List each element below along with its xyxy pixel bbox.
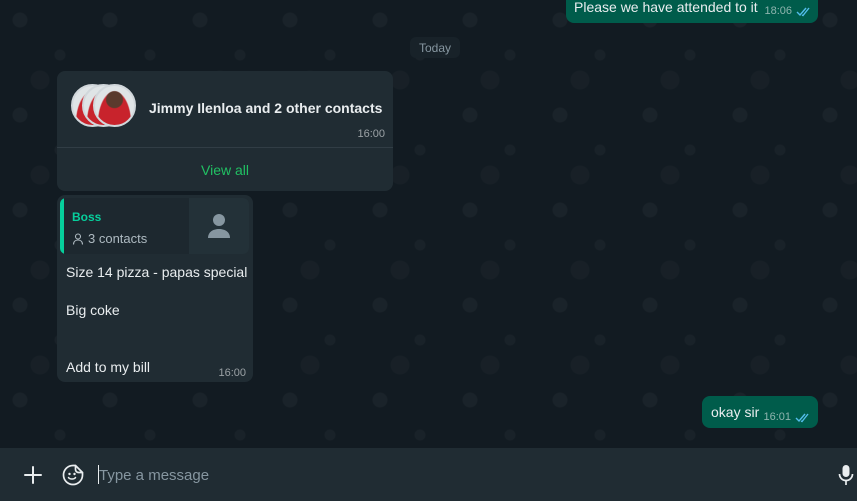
contact-thumbnail [189,198,249,254]
message-line: Add to my bill [66,359,151,375]
quote-subtitle-text: 3 contacts [88,231,148,246]
message-input[interactable] [97,459,817,491]
message-text: okay sir [711,404,760,420]
quote-author: Boss [72,210,102,224]
contacts-names: Jimmy Ilenloa and 2 other contacts [149,100,383,116]
voice-message-button[interactable] [834,461,857,489]
person-icon [72,232,84,245]
incoming-reply-message[interactable]: Boss 3 contacts Size 14 pizza - papas sp… [57,195,253,382]
contact-avatars [71,84,143,127]
double-check-icon [796,7,810,16]
message-meta: 16:01 [763,411,811,423]
chat-background: Please we have attended to it 18:06 Toda… [0,0,857,448]
message-meta: 18:06 [764,5,812,17]
quoted-message[interactable]: Boss 3 contacts [60,198,249,254]
text-caret [98,465,99,484]
message-time: 16:00 [218,367,246,379]
outgoing-message[interactable]: Please we have attended to it 18:06 [566,0,818,23]
date-divider: Today [410,37,460,58]
plus-icon [24,466,42,484]
shared-contacts-card[interactable]: Jimmy Ilenloa and 2 other contacts 16:00… [57,71,393,191]
message-time: 16:01 [763,411,791,423]
message-composer [0,448,857,501]
microphone-icon [838,465,854,485]
message-text: Please we have attended to it [574,0,758,15]
message-line: Size 14 pizza - papas special [66,264,248,280]
avatar [93,84,136,127]
quote-subtitle: 3 contacts [72,231,147,246]
attach-button[interactable] [19,461,47,489]
view-all-button[interactable]: View all [57,148,393,191]
quote-bar [60,198,64,254]
message-line: Big coke [66,302,120,318]
double-check-icon [795,413,809,422]
sticker-icon [62,464,84,486]
person-icon [208,214,230,238]
message-time: 18:06 [764,5,792,17]
emoji-sticker-button[interactable] [59,461,87,489]
message-time: 16:00 [357,128,385,140]
outgoing-message[interactable]: okay sir 16:01 [702,396,818,428]
